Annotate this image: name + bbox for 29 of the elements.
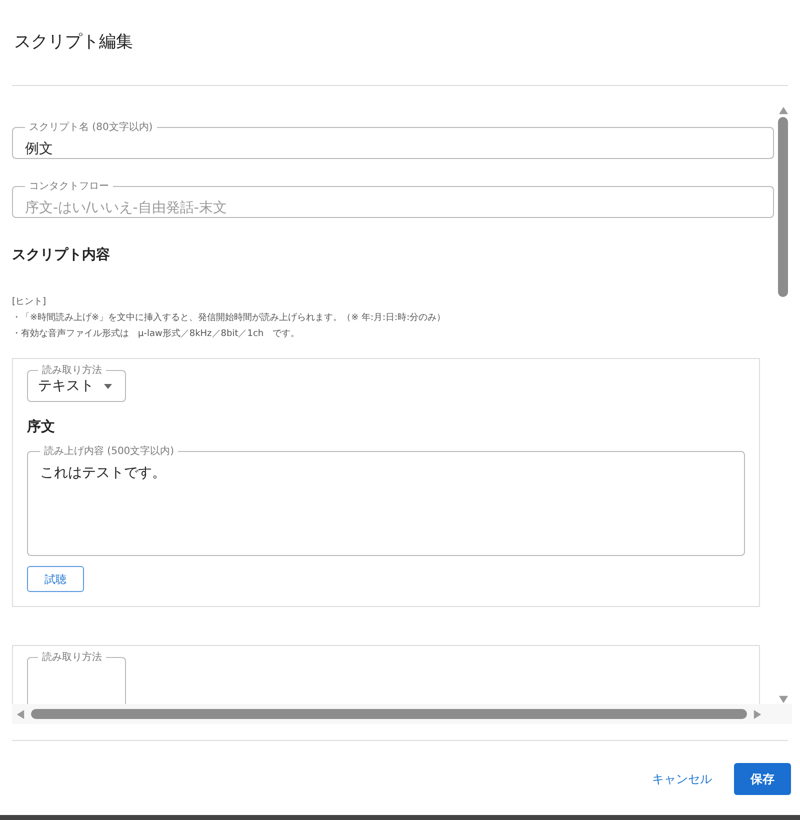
hint-title: [ヒント] xyxy=(12,296,48,309)
field-label: 読み取り方法 xyxy=(41,650,103,664)
listen-button[interactable]: 試聴 xyxy=(27,566,84,592)
script-name-field[interactable]: スクリプト名 (80文字以内) 例文 xyxy=(12,120,774,159)
read-content-field[interactable]: 読み上げ内容 (500文字以内) これはテストです。 xyxy=(27,444,745,556)
scroll-right-icon[interactable] xyxy=(753,710,762,718)
field-label: コンタクトフロー xyxy=(28,180,110,193)
field-value: これはテストです。 xyxy=(40,464,167,482)
field-placeholder: 序文-はい/いいえ-自由発話-末文 xyxy=(25,199,228,217)
cancel-button[interactable]: キャンセル xyxy=(646,770,718,788)
section-title: スクリプト内容 xyxy=(12,246,111,264)
field-value: 例文 xyxy=(25,140,54,158)
scroll-thumb[interactable] xyxy=(778,117,788,297)
dialog-title: スクリプト編集 xyxy=(13,31,134,54)
field-label: 読み取り方法 xyxy=(41,364,103,377)
scroll-thumb[interactable] xyxy=(31,709,747,719)
read-method-select[interactable]: 読み取り方法 テキスト xyxy=(27,363,126,402)
field-label: スクリプト名 (80文字以内) xyxy=(28,120,154,134)
horizontal-scrollbar[interactable] xyxy=(12,704,792,724)
scroll-up-icon[interactable] xyxy=(778,106,788,115)
hint-text: ・「※時間読み上げ※」を文中に挿入すると、発信開始時間が読み上げられます。（※ 年:月:日:時:分のみ） xyxy=(12,312,447,325)
hint-text: ・有効な音声ファイル形式は µ-law形式／8kHz／8bit／1ch です。 xyxy=(12,328,301,341)
caret-icon xyxy=(104,384,112,388)
card-heading: 序文 xyxy=(27,418,56,436)
save-button[interactable]: 保存 xyxy=(734,763,791,795)
select-value: テキスト xyxy=(38,377,94,395)
contact-flow-field[interactable]: コンタクトフロー 序文-はい/いいえ-自由発話-末文 xyxy=(12,179,774,218)
scroll-left-icon[interactable] xyxy=(16,710,25,718)
field-label: 読み上げ内容 (500文字以内) xyxy=(43,444,176,458)
